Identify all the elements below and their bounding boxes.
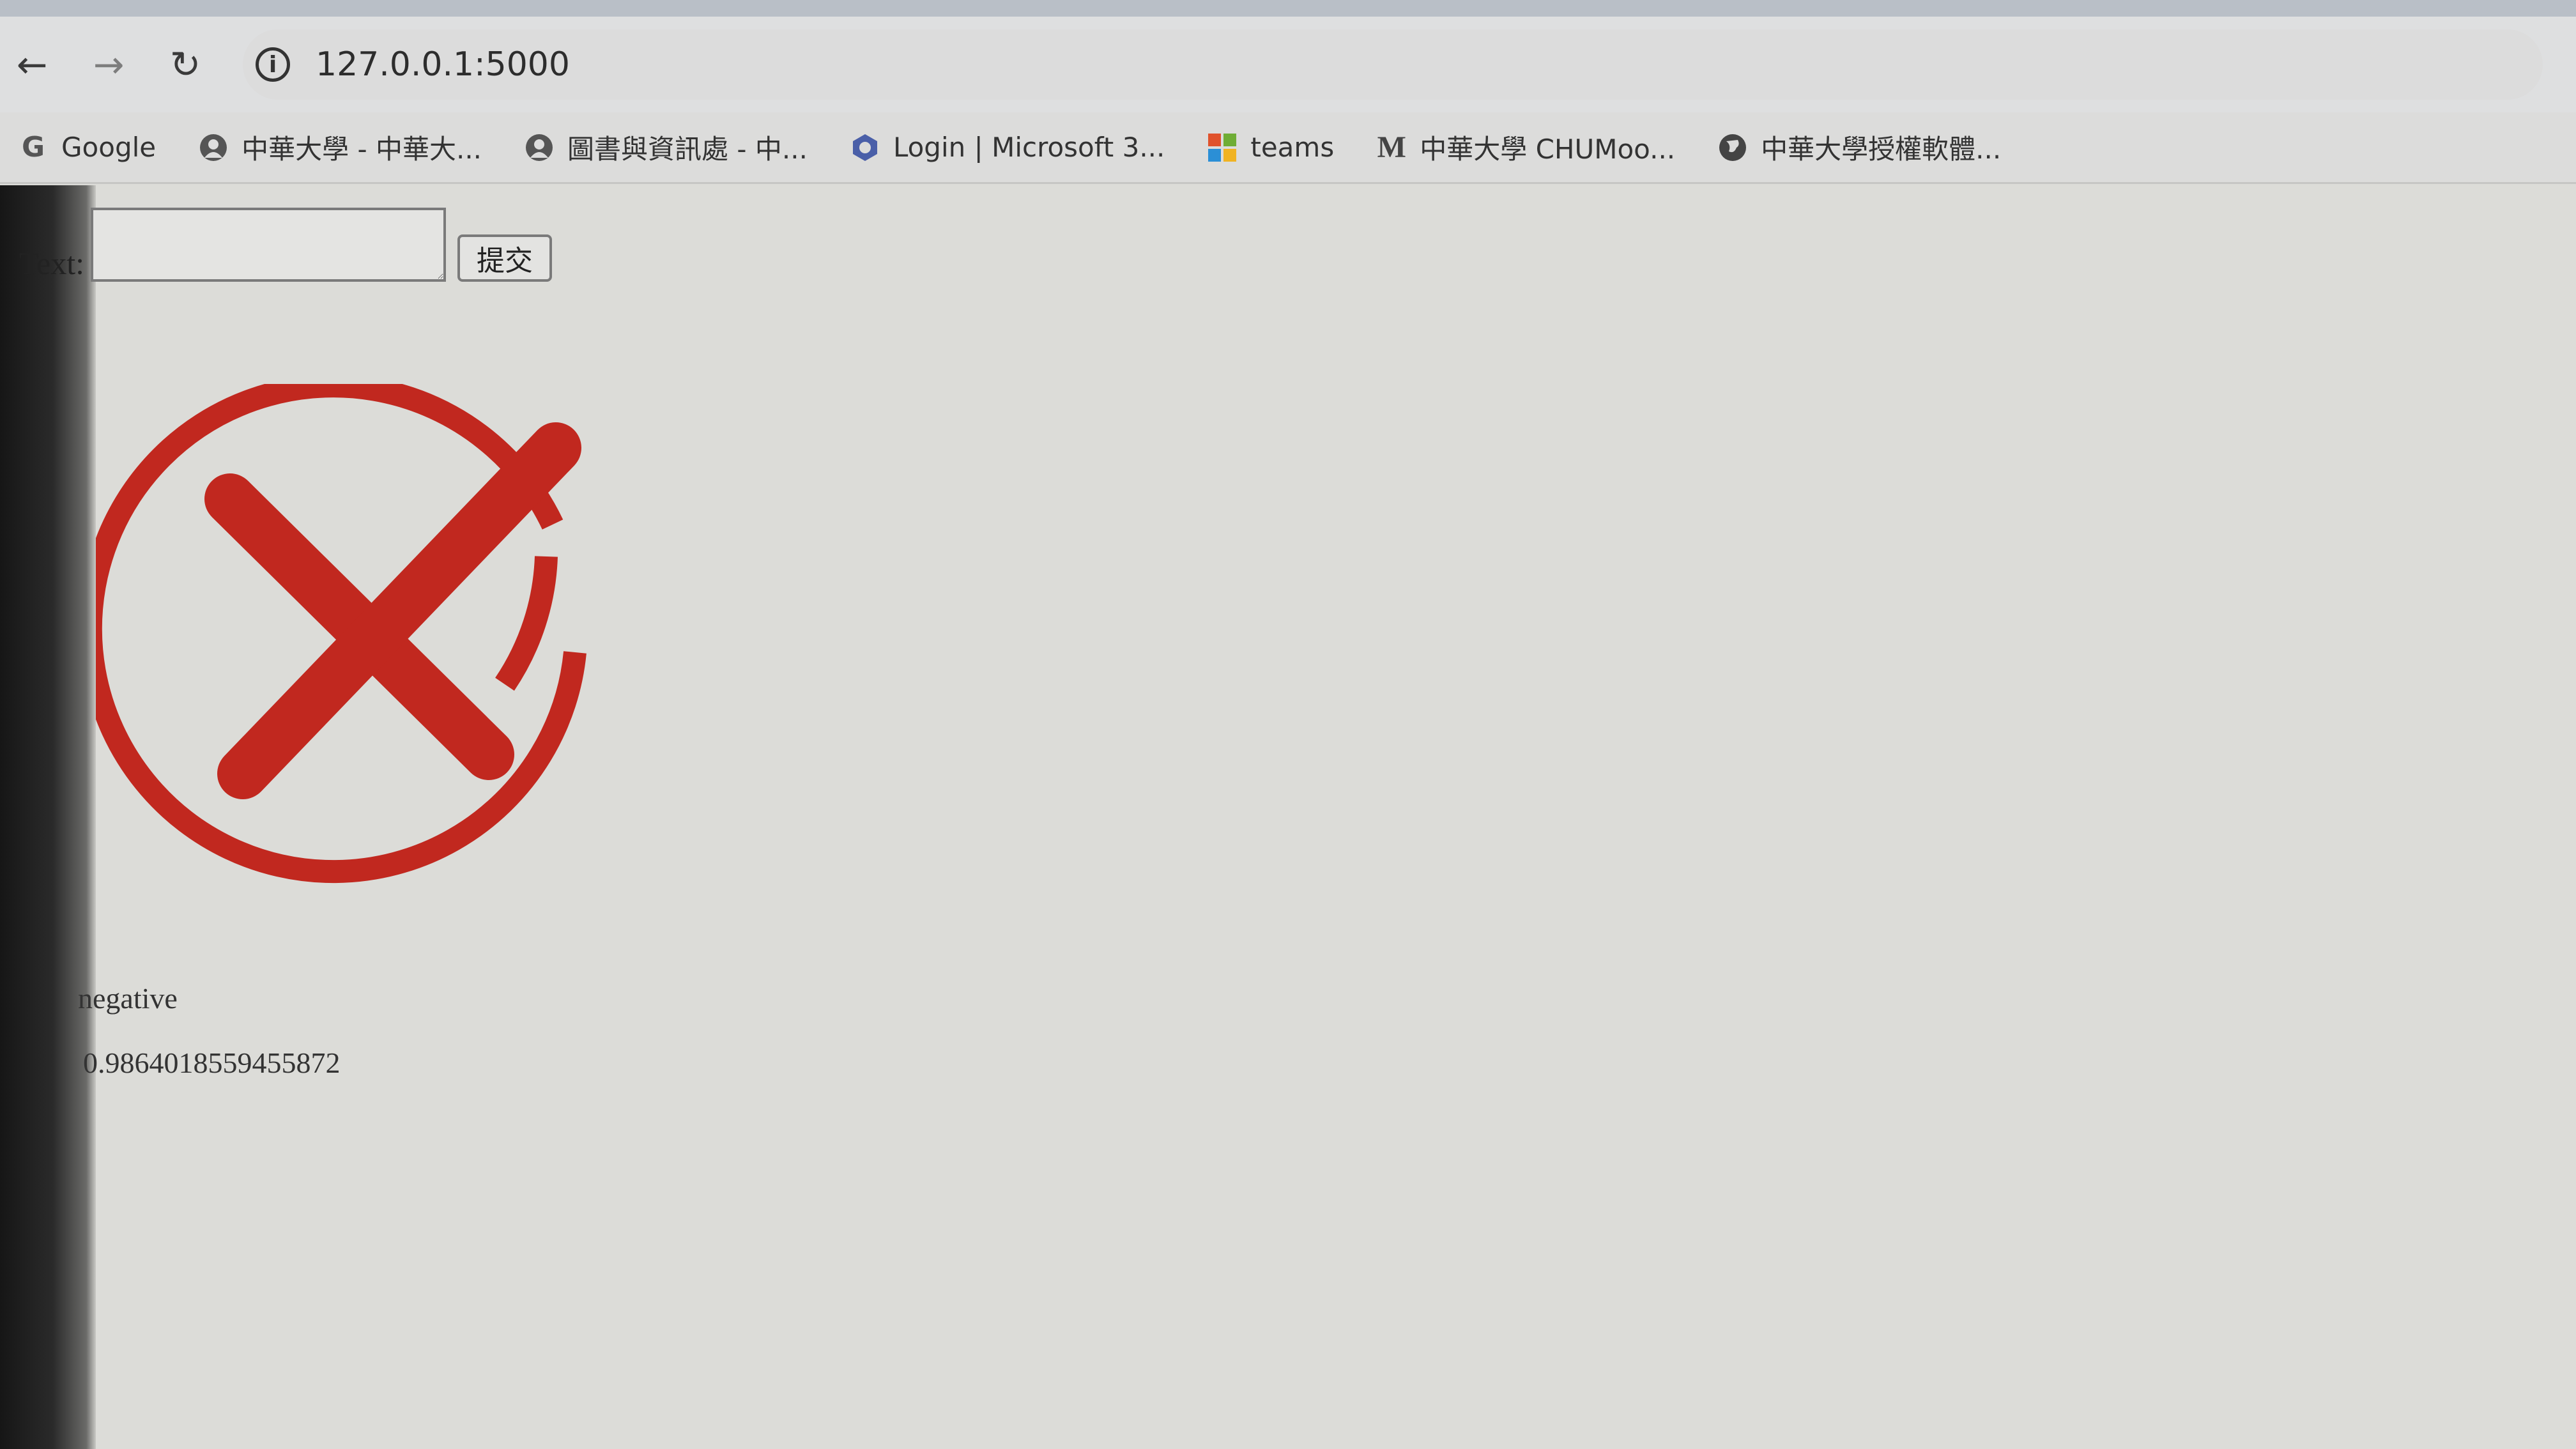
reload-button[interactable]: ↻ — [153, 33, 217, 96]
chu-logo-icon — [524, 132, 555, 163]
bookmark-chumoodle[interactable]: M 中華大學 CHUMoo... — [1376, 128, 1676, 167]
sentiment-form: Text: 提交 — [19, 208, 553, 282]
chu-logo-icon — [198, 132, 229, 163]
forward-arrow-icon: → — [93, 43, 125, 86]
reload-icon: ↻ — [169, 43, 201, 86]
url-text[interactable]: 127.0.0.1:5000 — [316, 45, 570, 84]
moodle-icon: M — [1377, 130, 1406, 164]
bookmark-library[interactable]: 圖書與資訊處 - 中... — [524, 128, 808, 167]
submit-button[interactable]: 提交 — [457, 234, 553, 282]
prediction-label: negative — [78, 982, 178, 1015]
text-input[interactable] — [91, 208, 447, 282]
bookmark-google[interactable]: G Google — [18, 131, 157, 164]
tab-strip — [0, 0, 2576, 17]
bookmark-label: Login | Microsoft 3... — [893, 132, 1165, 163]
bookmark-label: 中華大學 - 中華大... — [241, 134, 482, 165]
bookmark-teams[interactable]: teams — [1207, 132, 1334, 163]
bookmark-label: 圖書與資訊處 - 中... — [567, 134, 808, 165]
globe-icon — [1717, 132, 1748, 163]
bookmark-label: Google — [61, 132, 157, 163]
red-x-circle-icon — [96, 384, 586, 884]
bookmark-microsoft-login[interactable]: Login | Microsoft 3... — [850, 132, 1165, 163]
browser-toolbar: ← → ↻ i 127.0.0.1:5000 — [0, 17, 2576, 112]
bookmark-chu[interactable]: 中華大學 - 中華大... — [198, 128, 482, 167]
text-label: Text: — [19, 245, 85, 281]
back-button[interactable]: ← — [0, 33, 64, 96]
address-bar[interactable]: i 127.0.0.1:5000 — [243, 29, 2543, 100]
back-arrow-icon: ← — [16, 43, 48, 86]
office-icon — [850, 132, 880, 163]
bookmark-label: teams — [1250, 132, 1335, 163]
bookmark-label: 中華大學 CHUMoo... — [1420, 134, 1676, 165]
page-content: Text: 提交 negative 0.9864018559455872 — [0, 186, 2576, 1449]
forward-button[interactable]: → — [77, 33, 141, 96]
bookmarks-bar: G Google 中華大學 - 中華大... 圖書與資訊處 - 中... Log… — [0, 112, 2576, 184]
bookmark-software[interactable]: 中華大學授權軟體... — [1717, 128, 2001, 167]
bookmark-label: 中華大學授權軟體... — [1761, 134, 2002, 165]
prediction-score: 0.9864018559455872 — [83, 1046, 341, 1079]
google-icon: G — [21, 131, 45, 164]
site-info-icon[interactable]: i — [256, 47, 290, 82]
microsoft-icon — [1207, 132, 1238, 163]
